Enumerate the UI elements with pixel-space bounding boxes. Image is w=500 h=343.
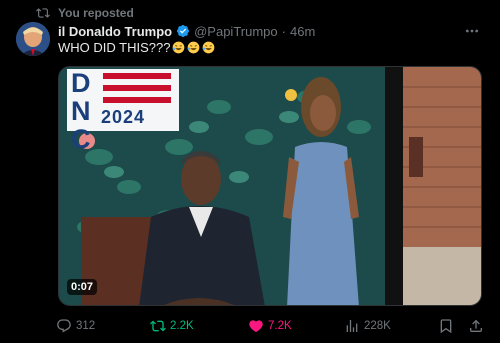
repost-banner-text: You reposted (58, 6, 134, 20)
dnc-letter-n: N (71, 96, 91, 126)
reply-button[interactable]: 312 (56, 316, 95, 336)
repost-icon (150, 320, 166, 332)
dnc-year: 2024 (101, 107, 146, 127)
like-count: 7.2K (268, 320, 292, 332)
post-header: il Donaldo Trumpo @PapiTrumpo · 46m (58, 22, 315, 40)
share-icon (470, 319, 482, 332)
like-button[interactable]: 7.2K (248, 316, 292, 336)
view-count: 228K (364, 320, 391, 332)
repost-count: 2.2K (170, 320, 194, 332)
post-text: WHO DID THIS??? (58, 40, 215, 55)
bookmark-icon (440, 319, 452, 334)
rolling-laughing-emoji-icon (188, 41, 200, 54)
avatar-image (16, 22, 50, 56)
reply-count: 312 (76, 320, 96, 332)
post-time[interactable]: 46m (290, 24, 315, 39)
flag-stripes-icon (103, 73, 171, 103)
analytics-icon (346, 320, 358, 332)
rolling-laughing-emoji-icon (173, 41, 185, 54)
more-options-button[interactable] (464, 22, 480, 40)
dnc-sign: D N C 2024 (67, 69, 179, 153)
heart-icon (249, 320, 263, 333)
video-timestamp: 0:07 (67, 279, 98, 295)
display-name[interactable]: il Donaldo Trumpo (58, 24, 172, 39)
repost-button[interactable]: 2.2K (150, 316, 194, 336)
repost-banner: You reposted (36, 5, 134, 21)
verified-badge-icon (177, 25, 190, 37)
bookmark-button[interactable] (438, 316, 454, 336)
repost-icon (36, 8, 50, 18)
video-player[interactable]: D N C 2024 0:07 (58, 66, 482, 306)
share-button[interactable] (468, 316, 484, 336)
dnc-letter-c: C (71, 124, 91, 154)
post-text-content: WHO DID THIS??? (58, 40, 171, 55)
avatar[interactable] (16, 22, 50, 56)
dnc-letters: D N C (71, 69, 91, 153)
reply-icon (57, 319, 71, 333)
handle[interactable]: @PapiTrumpo (194, 24, 278, 39)
rolling-laughing-emoji-icon (203, 41, 215, 54)
separator-dot: · (281, 23, 286, 39)
action-bar: 312 2.2K 7.2K 228K (54, 316, 484, 336)
dnc-letter-d: D (71, 68, 91, 98)
more-icon (466, 29, 478, 33)
views-button[interactable]: 228K (344, 316, 391, 336)
